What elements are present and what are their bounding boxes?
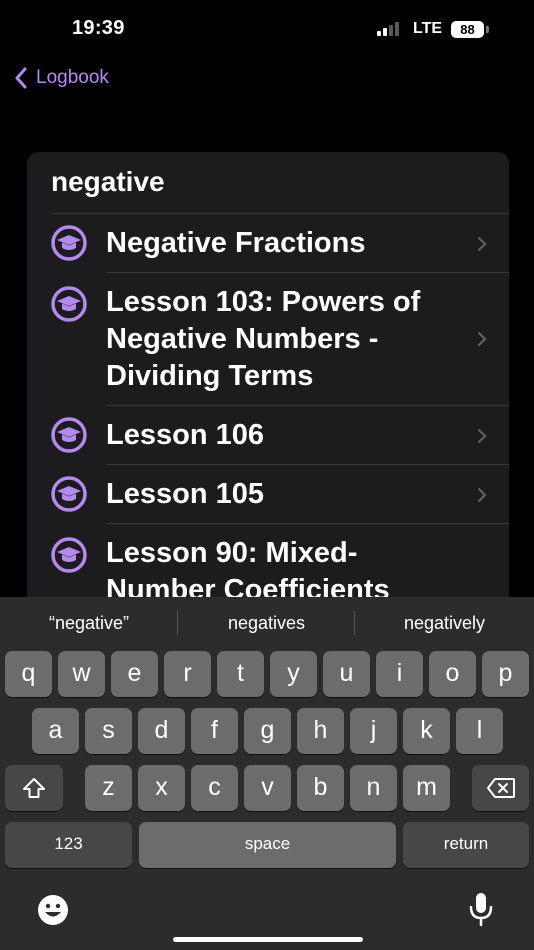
suggestion-item[interactable]: “negative”: [0, 597, 178, 649]
key[interactable]: c: [191, 765, 238, 811]
status-bar: 19:39 LTE 88: [0, 0, 534, 60]
key[interactable]: l: [456, 708, 503, 754]
space-key[interactable]: space: [139, 822, 396, 868]
shift-icon: [23, 778, 45, 798]
chevron-right-icon: [478, 237, 487, 251]
microphone-icon[interactable]: [468, 891, 494, 927]
result-title: Lesson 106: [106, 419, 264, 451]
result-row[interactable]: Lesson 103: Powers of Negative Numbers -…: [27, 273, 509, 406]
back-button[interactable]: Logbook: [14, 62, 109, 94]
suggestion-item[interactable]: negatively: [355, 597, 534, 649]
result-title: Lesson 105: [106, 478, 264, 510]
key[interactable]: e: [111, 651, 158, 697]
emoji-icon[interactable]: [36, 893, 70, 927]
key[interactable]: p: [482, 651, 529, 697]
chevron-right-icon: [478, 332, 487, 346]
search-input[interactable]: negative: [51, 166, 165, 198]
key[interactable]: y: [270, 651, 317, 697]
chevron-right-icon: [478, 429, 487, 443]
key[interactable]: q: [5, 651, 52, 697]
key[interactable]: u: [323, 651, 370, 697]
graduation-cap-icon: [51, 537, 87, 573]
key[interactable]: t: [217, 651, 264, 697]
network-type: LTE: [413, 20, 443, 37]
result-title: Lesson 103: Powers of Negative Numbers -…: [106, 286, 421, 392]
keyboard: “negative” negatives negatively q w e r …: [0, 597, 534, 950]
key[interactable]: k: [403, 708, 450, 754]
status-time: 19:39: [72, 17, 125, 39]
key[interactable]: x: [138, 765, 185, 811]
return-key[interactable]: return: [403, 822, 529, 868]
key[interactable]: d: [138, 708, 185, 754]
suggestion-item[interactable]: negatives: [178, 597, 355, 649]
key[interactable]: a: [32, 708, 79, 754]
key[interactable]: b: [297, 765, 344, 811]
battery-tip: [486, 26, 489, 33]
graduation-cap-icon: [51, 286, 87, 322]
suggestion-bar: “negative” negatives negatively: [0, 597, 534, 649]
key[interactable]: z: [85, 765, 132, 811]
key[interactable]: o: [429, 651, 476, 697]
key[interactable]: s: [85, 708, 132, 754]
result-title: Negative Fractions: [106, 227, 366, 259]
back-label: Logbook: [36, 67, 109, 88]
key[interactable]: w: [58, 651, 105, 697]
result-row[interactable]: Lesson 106: [27, 406, 509, 465]
cellular-signal-icon: [377, 22, 405, 36]
key[interactable]: g: [244, 708, 291, 754]
key[interactable]: i: [376, 651, 423, 697]
key[interactable]: h: [297, 708, 344, 754]
graduation-cap-icon: [51, 476, 87, 512]
chevron-right-icon: [478, 488, 487, 502]
home-indicator[interactable]: [173, 937, 363, 942]
key[interactable]: f: [191, 708, 238, 754]
key[interactable]: r: [164, 651, 211, 697]
result-row[interactable]: Lesson 105: [27, 465, 509, 524]
chevron-left-icon: [15, 67, 27, 89]
numbers-key[interactable]: 123: [5, 822, 132, 868]
graduation-cap-icon: [51, 417, 87, 453]
delete-key[interactable]: [472, 765, 529, 811]
shift-key[interactable]: [5, 765, 63, 811]
key[interactable]: m: [403, 765, 450, 811]
result-row[interactable]: Negative Fractions: [27, 214, 509, 273]
battery-icon: 88: [451, 21, 484, 38]
key[interactable]: v: [244, 765, 291, 811]
backspace-icon: [486, 778, 515, 798]
search-results-card: negative Negative Fractions Lesson 103: …: [27, 152, 509, 612]
key[interactable]: j: [350, 708, 397, 754]
graduation-cap-icon: [51, 225, 87, 261]
key[interactable]: n: [350, 765, 397, 811]
